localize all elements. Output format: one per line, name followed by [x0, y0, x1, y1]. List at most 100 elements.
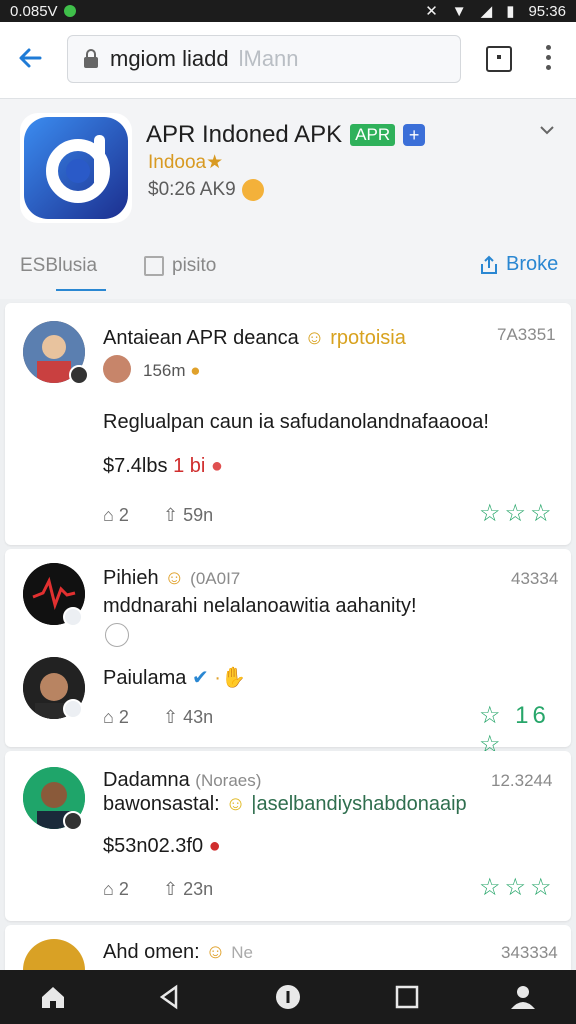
post-card: Dadamna (Noraes) 12.3244 bawonsastal: ☺ …: [5, 751, 571, 921]
whatsapp-icon: [63, 5, 76, 17]
signal-icon: ◢: [480, 3, 493, 20]
post-time: 7A3351: [497, 325, 556, 344]
rating-stars[interactable]: ☆☆☆: [479, 499, 556, 528]
verified-icon: ✔: [191, 667, 209, 689]
emoji-icon: ☺: [205, 941, 226, 963]
back-triangle-icon[interactable]: [154, 982, 184, 1012]
app-badge: APR: [350, 124, 396, 146]
share-icon: ⇧: [163, 505, 179, 525]
post-text-prefix: bawonsastal:: [103, 793, 220, 815]
reaction-icon[interactable]: [105, 623, 129, 647]
tab-broke[interactable]: Broke: [478, 253, 558, 276]
recents-icon[interactable]: [392, 982, 422, 1012]
like-count: 2: [118, 505, 129, 525]
like-count: 2: [118, 879, 129, 899]
grin-emoji-icon: [241, 179, 264, 201]
status-left-text: 0.085V: [10, 2, 58, 20]
like-button[interactable]: ⌂ 2: [103, 505, 129, 526]
like-button[interactable]: ⌂ 2: [103, 879, 129, 900]
tab-broke-label: Broke: [506, 253, 559, 275]
share-count: 23n: [183, 879, 214, 899]
thumb-icon: ⌂: [103, 707, 114, 727]
post-author[interactable]: Ahd omen:: [103, 941, 200, 963]
rating-stars[interactable]: ☆☆☆: [479, 873, 556, 902]
post-tag: (0A0I7: [190, 569, 241, 588]
tab-pisito[interactable]: pisito: [144, 255, 216, 277]
status-bar: 0.085V ✕ ▼ ◢ ▮ 95:36: [0, 0, 576, 22]
post-author[interactable]: Pihieh: [103, 567, 159, 589]
home-icon[interactable]: [38, 982, 68, 1012]
like-count: 2: [118, 707, 129, 727]
share-count: 43n: [183, 707, 214, 727]
hand-emoji-icon: ·✋: [214, 667, 246, 689]
app-icon: [20, 113, 132, 223]
plus-icon[interactable]: +: [403, 124, 426, 146]
post-price-tag: 1 bi: [173, 455, 206, 477]
emoji-icon: ●: [210, 455, 223, 477]
small-avatar: [103, 355, 131, 383]
verified-badge-icon: [69, 365, 89, 385]
like-button[interactable]: ⌂ 2: [103, 707, 129, 728]
thumb-icon: ⌂: [103, 879, 114, 899]
share-button[interactable]: ⇧ 23n: [163, 879, 213, 900]
thumb-icon: ⌂: [103, 505, 114, 525]
bottom-nav: [0, 970, 576, 1024]
profile-icon[interactable]: [508, 982, 538, 1012]
post-time: 12.3244: [491, 771, 553, 790]
badge-icon: [63, 607, 83, 627]
share-count: 59n: [183, 505, 214, 525]
more-options-icon[interactable]: [540, 45, 556, 75]
info-icon[interactable]: [273, 982, 303, 1012]
post-time: 343334: [501, 943, 558, 962]
post-text: |aselbandiyshabdonaaip: [251, 793, 467, 815]
smile-emoji-icon: ☺: [304, 327, 325, 349]
post-sub: 156m: [143, 361, 186, 380]
app-price: $0:26 AK9: [148, 179, 236, 200]
face-emoji-icon: ●: [190, 361, 201, 380]
share-button[interactable]: ⇧ 59n: [163, 505, 213, 526]
post-card: Ahd omen: ☺ Ne 343334: [5, 925, 571, 970]
lock-icon: [84, 49, 98, 68]
post-text: Reglualpan caun ia safudanolandnafaaooa!: [103, 411, 489, 433]
url-bar[interactable]: mgiom liadd lMann: [67, 35, 461, 83]
post-tag: rpotoisia: [330, 327, 406, 349]
badge-dot-icon: ●: [208, 835, 221, 857]
smile-emoji-icon: ☺: [164, 567, 185, 589]
back-arrow-icon[interactable]: [14, 42, 46, 74]
share-icon: ⇧: [163, 707, 179, 727]
url-text: mgiom liadd: [110, 46, 229, 71]
url-placeholder: lMann: [238, 46, 299, 71]
post-text: mddnarahi nelalanoawitia aahanity!: [103, 595, 417, 617]
smile-emoji-icon: ☺: [225, 793, 246, 815]
share-icon: [481, 255, 497, 274]
post-price: $7.4lbs: [103, 455, 168, 477]
browser-toolbar: mgiom liadd lMann: [0, 22, 576, 99]
post-time: 43334: [511, 569, 559, 588]
mute-icon: ✕: [425, 3, 438, 20]
app-developer[interactable]: Indooa★: [148, 151, 223, 174]
active-tab-indicator: [56, 289, 106, 291]
post-card: Antaiean APR deanca ☺ rpotoisia 7A3351 1…: [5, 303, 571, 545]
avatar[interactable]: [23, 939, 85, 970]
post-author[interactable]: Dadamna: [103, 769, 190, 791]
post-price: $53n02.3f0: [103, 835, 204, 857]
tabs-icon[interactable]: [486, 46, 512, 72]
share-button[interactable]: ⇧ 43n: [163, 707, 213, 728]
badge-icon: [63, 811, 83, 831]
square-icon: [144, 256, 164, 276]
post-author[interactable]: Antaiean APR deanca: [103, 327, 299, 349]
post-card: Pihieh ☺ (0A0I7 43334 mddnarahi nelalano…: [5, 549, 571, 758]
share-icon: ⇧: [163, 879, 179, 899]
post-tag: (Noraes): [195, 771, 262, 790]
wifi-icon: ▼: [451, 2, 467, 20]
tab-bar: ESBlusia pisito Broke: [0, 249, 576, 295]
tab-esblusia[interactable]: ESBlusia: [20, 255, 97, 277]
battery-icon: ▮: [506, 3, 515, 20]
chevron-down-icon[interactable]: [538, 121, 556, 139]
app-title: APR Indoned APK: [146, 121, 343, 148]
reply-author[interactable]: Paiulama: [103, 667, 186, 689]
app-header: APR Indoned APK APR + Indooa★ $0:26 AK9 …: [0, 99, 576, 299]
status-time: 95:36: [528, 2, 566, 20]
post-tag: Ne: [231, 943, 254, 962]
tab-pisito-label: pisito: [172, 255, 217, 276]
